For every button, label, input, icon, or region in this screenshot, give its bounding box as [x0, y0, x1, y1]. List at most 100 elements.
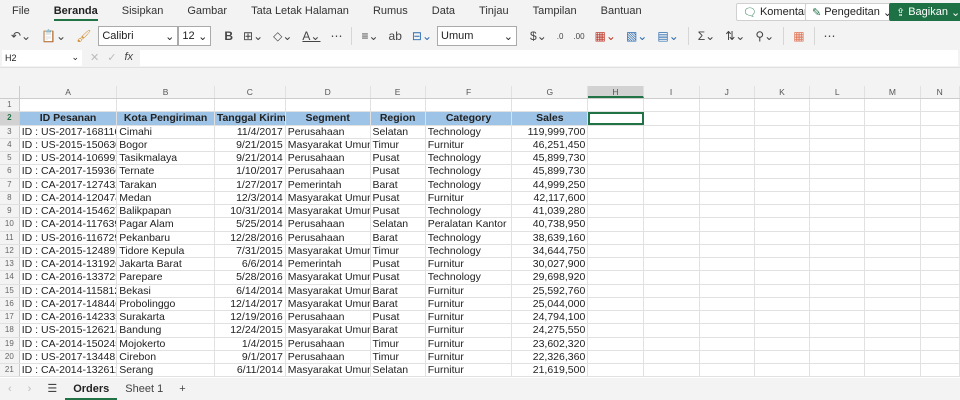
cell-G15[interactable]: 25,592,760: [512, 284, 589, 297]
cell-F10[interactable]: Peralatan Kantor: [426, 218, 513, 231]
format-painter-icon[interactable]: 🖌: [71, 26, 96, 46]
currency-icon[interactable]: $⌄: [525, 26, 552, 46]
cell-F6[interactable]: Technology: [426, 165, 513, 178]
cell-A19[interactable]: ID : CA-2014-150245: [20, 337, 118, 350]
cell-C13[interactable]: 6/6/2014: [215, 258, 286, 271]
cell-B18[interactable]: Bandung: [117, 324, 215, 337]
cell-A3[interactable]: ID : US-2017-168116: [20, 125, 118, 138]
cell-C9[interactable]: 10/31/2014: [215, 205, 286, 218]
cell-D20[interactable]: Perusahaan: [286, 350, 371, 363]
cell-N15[interactable]: [921, 284, 960, 297]
cell-E16[interactable]: Barat: [371, 297, 426, 310]
cell-D4[interactable]: Masyarakat Umum: [286, 138, 371, 151]
paste-icon[interactable]: 📋⌄: [36, 26, 71, 46]
row-header[interactable]: 18: [0, 324, 20, 337]
cell-F8[interactable]: Furnitur: [426, 191, 513, 204]
cell-G12[interactable]: 34,644,750: [512, 244, 589, 257]
cell-J9[interactable]: [700, 205, 755, 218]
row-header[interactable]: 2: [0, 112, 20, 125]
undo-icon[interactable]: ↶⌄: [6, 26, 36, 46]
cell-E1[interactable]: [371, 99, 426, 112]
cell-D10[interactable]: Perusahaan: [286, 218, 371, 231]
cell-D19[interactable]: Perusahaan: [286, 337, 371, 350]
cell-B13[interactable]: Jakarta Barat: [117, 258, 215, 271]
next-sheet-icon[interactable]: ›: [20, 378, 40, 400]
row-header[interactable]: 11: [0, 231, 20, 244]
addins-icon[interactable]: ▦: [788, 26, 809, 46]
cell-N21[interactable]: [921, 364, 960, 377]
cell-K13[interactable]: [755, 258, 811, 271]
column-header-M[interactable]: M: [865, 86, 921, 98]
cell-F12[interactable]: Technology: [426, 244, 513, 257]
cell-J2[interactable]: [699, 112, 755, 125]
cell-E8[interactable]: Pusat: [371, 191, 426, 204]
cell-M19[interactable]: [865, 337, 921, 350]
cell-E7[interactable]: Barat: [371, 178, 426, 191]
cell-I16[interactable]: [644, 297, 700, 310]
cell-E11[interactable]: Barat: [371, 231, 426, 244]
cell-N12[interactable]: [921, 244, 960, 257]
cell-M6[interactable]: [865, 165, 921, 178]
cell-C3[interactable]: 11/4/2017: [215, 125, 286, 138]
cell-M20[interactable]: [865, 350, 921, 363]
cell-J20[interactable]: [700, 350, 755, 363]
cell-K10[interactable]: [755, 218, 811, 231]
cell-D16[interactable]: Masyarakat Umum: [286, 297, 371, 310]
cell-B5[interactable]: Tasikmalaya: [117, 152, 215, 165]
cell-F21[interactable]: Furnitur: [426, 364, 513, 377]
cell-F2[interactable]: Category: [425, 112, 513, 125]
cell-D6[interactable]: Perusahaan: [286, 165, 371, 178]
cell-D11[interactable]: Perusahaan: [286, 231, 371, 244]
cell-A4[interactable]: ID : US-2015-150630: [20, 138, 118, 151]
cell-K6[interactable]: [755, 165, 811, 178]
tab-tampilan[interactable]: Tampilan: [521, 0, 589, 24]
row-header[interactable]: 1: [0, 99, 20, 112]
cell-M18[interactable]: [865, 324, 921, 337]
cell-F17[interactable]: Furnitur: [426, 311, 513, 324]
cell-N8[interactable]: [921, 191, 960, 204]
cell-G1[interactable]: [512, 99, 589, 112]
cell-J4[interactable]: [700, 138, 755, 151]
name-box[interactable]: H2 ⌄: [2, 49, 82, 66]
cell-H12[interactable]: [588, 244, 644, 257]
cell-I10[interactable]: [644, 218, 700, 231]
cell-B6[interactable]: Ternate: [117, 165, 215, 178]
cell-M17[interactable]: [865, 311, 921, 324]
cell-H1[interactable]: [588, 99, 644, 112]
cell-F16[interactable]: Furnitur: [426, 297, 513, 310]
cell-C6[interactable]: 1/10/2017: [215, 165, 286, 178]
cell-C8[interactable]: 12/3/2014: [215, 191, 286, 204]
cell-D18[interactable]: Masyarakat Umum: [286, 324, 371, 337]
cell-K1[interactable]: [755, 99, 811, 112]
share-button[interactable]: ⇪ Bagikan ⌄: [889, 3, 960, 21]
cell-J16[interactable]: [700, 297, 755, 310]
cell-H18[interactable]: [588, 324, 644, 337]
cell-B20[interactable]: Cirebon: [117, 350, 215, 363]
column-header-L[interactable]: L: [810, 86, 866, 98]
cell-L2[interactable]: [810, 112, 866, 125]
cell-I11[interactable]: [644, 231, 700, 244]
cell-A1[interactable]: [20, 99, 118, 112]
row-header[interactable]: 5: [0, 152, 20, 165]
cell-G19[interactable]: 23,602,320: [512, 337, 589, 350]
column-header-K[interactable]: K: [755, 86, 811, 98]
cell-J7[interactable]: [700, 178, 755, 191]
row-header[interactable]: 3: [0, 125, 20, 138]
cell-N18[interactable]: [921, 324, 960, 337]
cell-I17[interactable]: [644, 311, 700, 324]
row-header[interactable]: 17: [0, 311, 20, 324]
cell-M9[interactable]: [865, 205, 921, 218]
cell-D8[interactable]: Masyarakat Umum: [286, 191, 371, 204]
cell-A13[interactable]: ID : CA-2014-131926: [20, 258, 118, 271]
cell-E3[interactable]: Selatan: [371, 125, 426, 138]
cell-E10[interactable]: Selatan: [371, 218, 426, 231]
cell-C14[interactable]: 5/28/2016: [215, 271, 286, 284]
cell-H3[interactable]: [588, 125, 644, 138]
cell-L21[interactable]: [810, 364, 866, 377]
cell-C18[interactable]: 12/24/2015: [215, 324, 286, 337]
cell-L12[interactable]: [810, 244, 866, 257]
cell-C10[interactable]: 5/25/2014: [215, 218, 286, 231]
cell-L19[interactable]: [810, 337, 866, 350]
font-size-select[interactable]: 12 ⌄: [178, 26, 212, 46]
cell-N20[interactable]: [921, 350, 960, 363]
